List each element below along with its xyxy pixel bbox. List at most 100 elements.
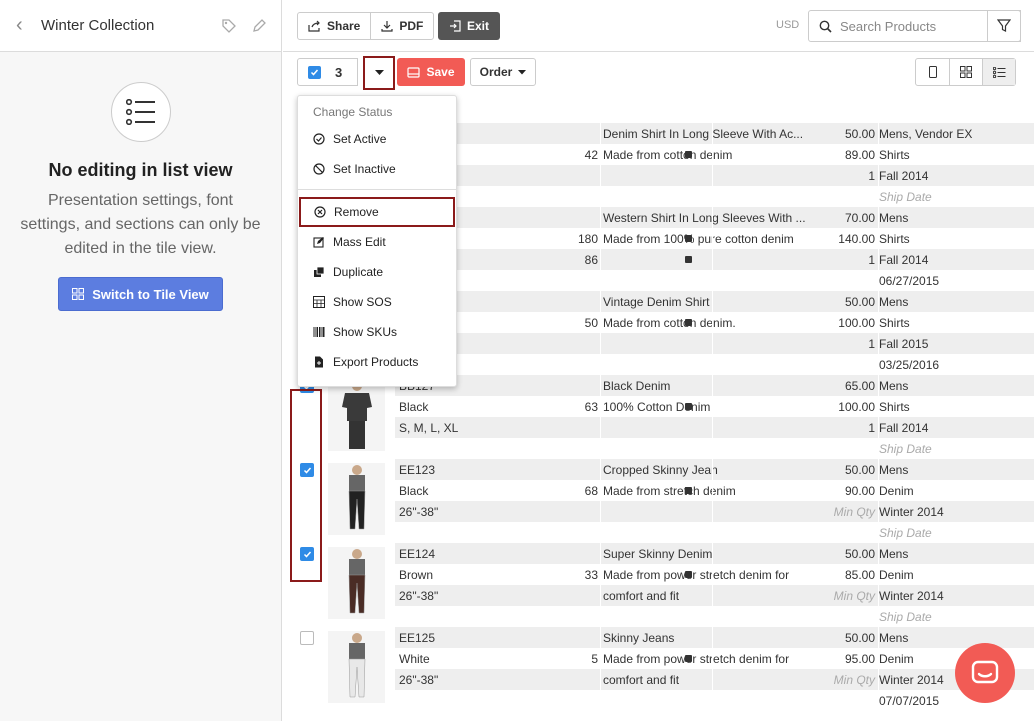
table-row[interactable]: EE125 Skinny Jeans 50.00 Mens White 5 Made fro… [283, 627, 1034, 711]
search-input[interactable] [840, 18, 1000, 34]
product-thumbnail[interactable] [328, 463, 385, 535]
cell-c2: 50 [584, 315, 598, 330]
cell-c5: Ship Date [879, 189, 932, 204]
menu-item-mass-edit[interactable]: Mass Edit [298, 227, 456, 257]
column-divider [712, 375, 713, 459]
share-pdf-group: Share PDF [297, 12, 435, 40]
cell-c5: Winter 2014 [879, 504, 944, 519]
menu-item-set-active[interactable]: Set Active [298, 124, 456, 154]
cell-c3: Black Denim [603, 378, 671, 393]
cell-c2: 33 [584, 567, 598, 582]
cell-c1: 26"-38" [399, 504, 439, 519]
sidebar-header: ‹ Winter Collection [0, 0, 281, 52]
list-view-icon [110, 82, 171, 142]
selected-checkboxes-highlight [290, 389, 322, 582]
pdf-button[interactable]: PDF [370, 13, 433, 39]
row-line: EE124 Super Skinny Denim 50.00 Mens [395, 543, 1034, 564]
menu-item-show-skus[interactable]: Show SKUs [298, 317, 456, 347]
cell-c4: 50.00 [844, 294, 875, 309]
select-all-checkbox[interactable] [308, 65, 321, 79]
row-line: Western Shirt In Long Sleeves With ... 70… [395, 207, 1034, 228]
row-checkbox[interactable] [300, 631, 314, 645]
cell-c3: Vintage Denim Shirt [603, 294, 710, 309]
row-line: EE125 Skinny Jeans 50.00 Mens [395, 627, 1034, 648]
column-divider [878, 291, 879, 375]
cell-c4: Min Qty [833, 672, 875, 687]
exit-button[interactable]: Exit [438, 12, 500, 40]
duplicate-icon [314, 266, 325, 277]
mobile-view-button[interactable] [916, 59, 949, 85]
cell-c4: 89.00 [844, 147, 875, 162]
row-line: 26"-38" comfort and fit Min Qty Winter 2014 [395, 585, 1034, 606]
cell-c5: Mens, Vendor EX [879, 126, 973, 141]
row-line: Ship Date [395, 438, 1034, 459]
tag-icon[interactable] [221, 18, 237, 34]
row-line: 180 Made from 100% pure cotton denim 140.0… [395, 228, 1034, 249]
save-button[interactable]: Save [397, 58, 465, 86]
search-icon [819, 20, 832, 33]
cell-c4: 1 [868, 252, 875, 267]
select-all-group[interactable]: 3 [297, 58, 358, 86]
column-divider [878, 543, 879, 627]
filter-button[interactable] [987, 10, 1021, 42]
grid-icon [960, 66, 972, 78]
cell-c5: Shirts [879, 147, 910, 162]
cell-c5: Mens [879, 630, 909, 645]
menu-item-show-sos[interactable]: Show SOS [298, 287, 456, 317]
tile-view-button[interactable] [949, 59, 982, 85]
bulk-actions-dropdown-button[interactable] [363, 56, 395, 90]
row-line: BB127Black Denim65.00Mens [395, 375, 1034, 396]
share-button[interactable]: Share [298, 13, 370, 39]
back-chevron-icon[interactable]: ‹ [16, 14, 38, 37]
cell-c1: S, M, L, XL [399, 420, 459, 435]
row-line: Ship Date [395, 522, 1034, 543]
menu-divider [298, 189, 456, 190]
table-row[interactable]: BB127Black Denim65.00MensBlack63100% Cot… [283, 375, 1034, 459]
cell-c5: 07/07/2015 [879, 693, 940, 708]
cell-c4: 95.00 [844, 651, 875, 666]
product-thumbnail[interactable] [328, 631, 385, 703]
filter-icon [997, 19, 1011, 32]
table-row[interactable]: EE123 Cropped Skinny Jean 50.00 Mens Black 68… [283, 459, 1034, 543]
product-thumbnail[interactable] [328, 379, 385, 451]
empty-state: No editing in list view Presentation set… [0, 52, 281, 311]
cell-c5: Denim [879, 651, 914, 666]
menu-item-set-inactive[interactable]: Set Inactive [298, 154, 456, 184]
cell-c3: comfort and fit [603, 672, 680, 687]
cell-c5: 03/25/2016 [879, 357, 940, 372]
order-dropdown[interactable]: Order [470, 58, 536, 86]
cell-c3: 100% Cotton Denim [603, 399, 711, 414]
cell-c4: 50.00 [844, 126, 875, 141]
menu-item-duplicate[interactable]: Duplicate [298, 257, 456, 287]
chat-launcher-button[interactable] [955, 643, 1015, 703]
column-divider [712, 627, 713, 711]
cell-c3: Made from power stretch denim for [603, 567, 790, 582]
cell-c5: Fall 2014 [879, 252, 929, 267]
switch-to-tile-view-button[interactable]: Switch to Tile View [58, 277, 223, 311]
column-divider [878, 375, 879, 459]
cell-c2: 5 [591, 651, 598, 666]
column-divider [712, 459, 713, 543]
row-line: 86 1 Fall 2014 [395, 249, 1034, 270]
cell-c4: 140.00 [838, 231, 875, 246]
list-view-button[interactable] [982, 59, 1015, 85]
cell-c5: Ship Date [879, 525, 932, 540]
menu-item-remove[interactable]: Remove [299, 197, 455, 227]
column-divider [712, 291, 713, 375]
top-toolbar: Share PDF Exit USD [283, 0, 1034, 52]
column-divider [878, 459, 879, 543]
cell-c3: Western Shirt In Long Sleeves With ... [603, 210, 806, 225]
column-divider [600, 123, 601, 207]
row-line: 1 Fall 2014 [395, 165, 1034, 186]
cell-c4: 50.00 [844, 546, 875, 561]
pencil-icon[interactable] [251, 18, 267, 34]
cell-c3: Made from 100% pure cotton denim [603, 231, 794, 246]
cell-c2: 42 [584, 147, 598, 162]
menu-item-export-products[interactable]: Export Products [298, 347, 456, 377]
currency-label: USD [776, 19, 800, 31]
product-thumbnail[interactable] [328, 547, 385, 619]
switch-label: Switch to Tile View [92, 286, 209, 302]
view-switcher [915, 58, 1016, 86]
row-line: 50 Made from cotton denim. 100.00 Shirts [395, 312, 1034, 333]
table-row[interactable]: EE124 Super Skinny Denim 50.00 Mens Brown 33 M… [283, 543, 1034, 627]
